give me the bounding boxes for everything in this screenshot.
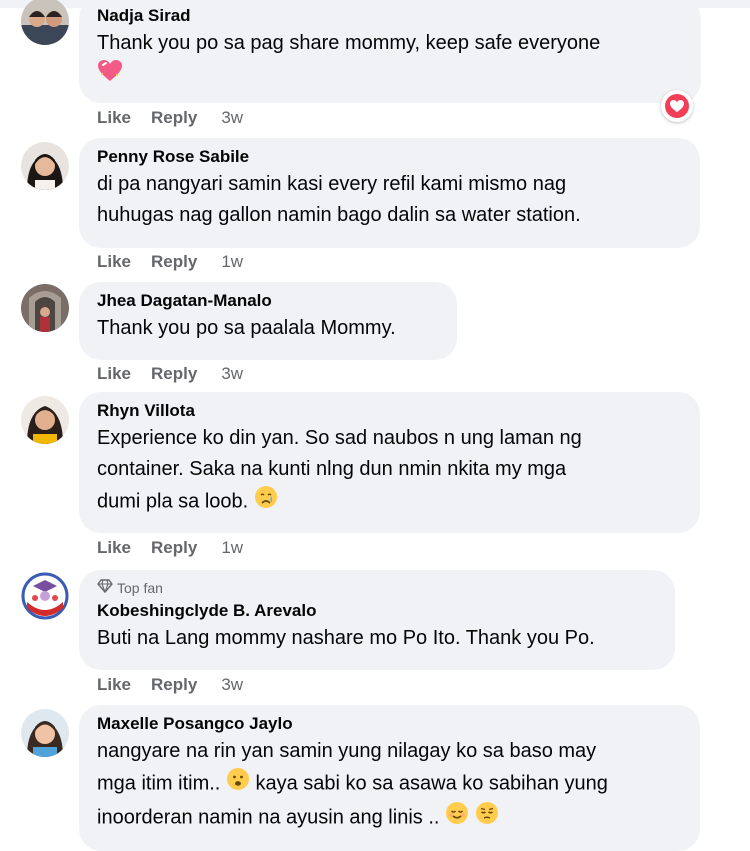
reply-button[interactable]: Reply (151, 108, 197, 128)
comment-author[interactable]: Rhyn Villota (97, 401, 682, 421)
top-fan-badge: Top fan (97, 579, 657, 597)
like-button[interactable]: Like (97, 675, 131, 695)
comment-bubble: Nadja Sirad Thank you po sa pag share mo… (79, 0, 701, 103)
comment-actions: Like Reply 3w (97, 675, 243, 695)
avatar[interactable] (21, 572, 69, 620)
like-button[interactable]: Like (97, 252, 131, 272)
reply-button[interactable]: Reply (151, 364, 197, 384)
comment-bubble: Top fan Kobeshingclyde B. Arevalo Buti n… (79, 570, 675, 670)
worried-face-icon (226, 767, 250, 801)
comment-text: nangyare na rin yan samin yung nilagay k… (97, 736, 682, 835)
reply-button[interactable]: Reply (151, 675, 197, 695)
avatar[interactable] (21, 142, 69, 190)
comment-author[interactable]: Jhea Dagatan-Manalo (97, 291, 439, 311)
comment-author[interactable]: Kobeshingclyde B. Arevalo (97, 601, 657, 621)
sparkling-heart-icon (97, 59, 123, 93)
avatar[interactable] (21, 0, 69, 45)
like-button[interactable]: Like (97, 538, 131, 558)
crying-face-icon (254, 485, 278, 519)
avatar[interactable] (21, 396, 69, 444)
love-reaction-icon[interactable] (661, 90, 693, 122)
diamond-icon (97, 579, 113, 597)
comment-bubble: Penny Rose Sabile di pa nangyari samin k… (79, 138, 700, 248)
comment-bubble: Maxelle Posangco Jaylo nangyare na rin y… (79, 705, 700, 851)
comment-bubble: Jhea Dagatan-Manalo Thank you po sa paal… (79, 282, 457, 360)
comment-text: Experience ko din yan. So sad naubos n u… (97, 423, 682, 519)
timestamp[interactable]: 1w (221, 538, 243, 558)
comment-author[interactable]: Maxelle Posangco Jaylo (97, 714, 682, 734)
reply-button[interactable]: Reply (151, 538, 197, 558)
pensive-face-icon (475, 801, 499, 835)
comment-text: di pa nangyari samin kasi every refil ka… (97, 173, 581, 226)
comment-bubble: Rhyn Villota Experience ko din yan. So s… (79, 392, 700, 533)
reply-button[interactable]: Reply (151, 252, 197, 272)
comment-actions: Like Reply 1w (97, 252, 243, 272)
comment-text: Thank you po sa pag share mommy, keep sa… (97, 28, 683, 93)
timestamp[interactable]: 3w (221, 108, 243, 128)
comment-actions: Like Reply 1w (97, 538, 243, 558)
like-button[interactable]: Like (97, 364, 131, 384)
avatar[interactable] (21, 709, 69, 757)
relieved-face-icon (445, 801, 469, 835)
comment-author[interactable]: Penny Rose Sabile (97, 147, 682, 167)
comment-text: Buti na Lang mommy nashare mo Po Ito. Th… (97, 627, 595, 649)
comment-actions: Like Reply 3w (97, 108, 243, 128)
timestamp[interactable]: 3w (221, 364, 243, 384)
avatar[interactable] (21, 284, 69, 332)
like-button[interactable]: Like (97, 108, 131, 128)
timestamp[interactable]: 1w (221, 252, 243, 272)
timestamp[interactable]: 3w (221, 675, 243, 695)
comment-author[interactable]: Nadja Sirad (97, 6, 683, 26)
comment-text: Thank you po sa paalala Mommy. (97, 317, 396, 339)
comment-actions: Like Reply 3w (97, 364, 243, 384)
